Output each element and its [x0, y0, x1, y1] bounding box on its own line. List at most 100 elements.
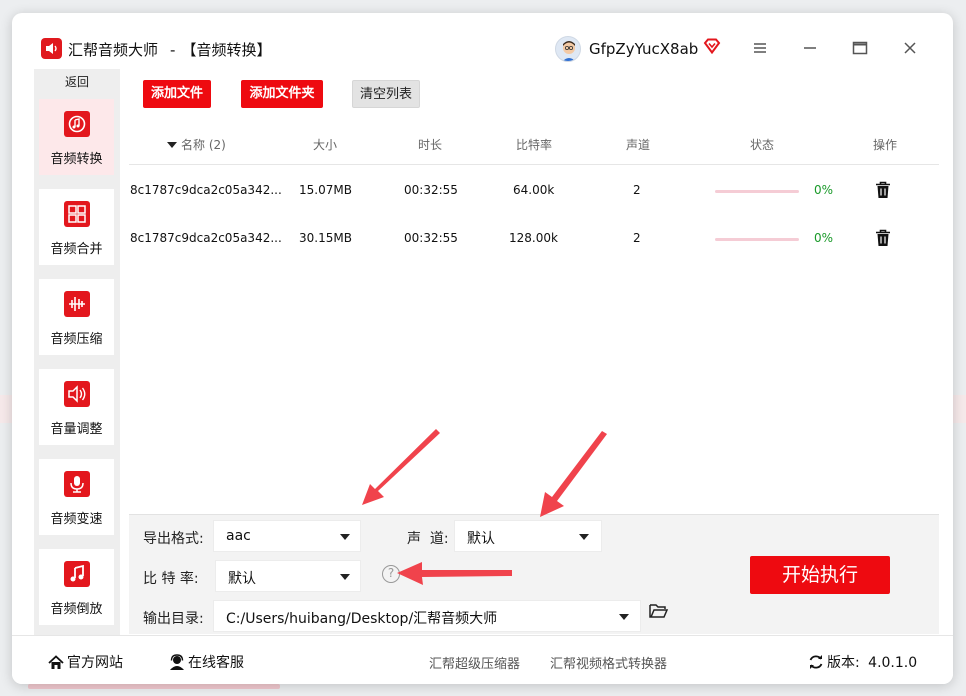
output-dir-value: C:/Users/huibang/Desktop/汇帮音频大师	[226, 611, 498, 627]
help-icon[interactable]: ?	[382, 565, 400, 583]
app-logo-icon	[41, 38, 62, 59]
table-row[interactable]: 8c1787c9dca2c05a342... 15.07MB 00:32:55 …	[129, 167, 939, 215]
sidebar-item-audio-reverse[interactable]: 音频倒放	[39, 549, 114, 625]
progress-bar	[715, 190, 799, 193]
sidebar: 返回 音频转换 音频合并 音频压缩 音量调整 音频变速 音频倒放	[34, 69, 120, 635]
app-title: 汇帮音频大师 - 【音频转换】	[68, 39, 271, 60]
chevron-down-icon	[340, 574, 350, 580]
delete-icon[interactable]	[875, 181, 891, 203]
sidebar-item-label: 音频变速	[50, 512, 103, 527]
sidebar-item-audio-speed[interactable]: 音频变速	[39, 459, 114, 535]
column-header-bitrate: 比特率	[516, 138, 553, 152]
home-icon	[48, 655, 64, 674]
delete-icon[interactable]	[875, 229, 891, 251]
format-label: 导出格式:	[143, 531, 204, 547]
module-title: 【音频转换】	[181, 41, 272, 59]
chevron-down-icon	[619, 614, 629, 620]
column-header-duration: 时长	[418, 138, 443, 152]
column-header-size: 大小	[313, 138, 338, 152]
file-table-header: 名称 (2) 大小 时长 比特率 声道 状态 操作	[129, 121, 939, 165]
sidebar-item-audio-compress[interactable]: 音频压缩	[39, 279, 114, 355]
back-button[interactable]: 返回	[34, 69, 120, 95]
vip-diamond-icon[interactable]	[703, 38, 721, 58]
file-duration: 00:32:55	[404, 231, 458, 245]
output-dir-select[interactable]: C:/Users/huibang/Desktop/汇帮音频大师	[213, 600, 641, 632]
minimize-icon[interactable]	[800, 38, 820, 58]
add-file-button[interactable]: 添加文件	[143, 80, 211, 108]
sidebar-item-label: 音频压缩	[50, 332, 103, 347]
sidebar-item-volume[interactable]: 音量调整	[39, 369, 114, 445]
file-bitrate: 128.00k	[509, 231, 558, 245]
output-dir-label: 输出目录:	[143, 611, 204, 627]
sidebar-item-label: 音量调整	[50, 422, 103, 437]
column-header-status: 状态	[750, 138, 775, 152]
background-bar	[28, 684, 280, 689]
progress-bar	[715, 238, 799, 241]
start-button[interactable]: 开始执行	[750, 556, 890, 594]
annotation-arrow	[540, 431, 607, 517]
official-website-link[interactable]: 官方网站	[48, 652, 123, 674]
file-size: 15.07MB	[299, 183, 352, 197]
chevron-down-icon	[340, 534, 350, 540]
microphone-icon	[64, 471, 90, 497]
sidebar-item-audio-convert[interactable]: 音频转换	[39, 99, 114, 175]
file-bitrate: 64.00k	[513, 183, 555, 197]
online-support-label: 在线客服	[188, 655, 244, 671]
volume-icon	[64, 381, 90, 407]
settings-panel: 导出格式: aac 声 道: 默认 比 特 率: 默认 ? 输出目录: C:/U…	[129, 514, 939, 634]
column-header-actions: 操作	[873, 138, 898, 152]
sidebar-item-label: 音频合并	[50, 242, 103, 257]
add-folder-button[interactable]: 添加文件夹	[241, 80, 323, 108]
format-value: aac	[226, 528, 251, 544]
progress-percent: 0%	[814, 231, 834, 245]
bitrate-label: 比 特 率:	[143, 571, 199, 587]
username[interactable]: GfpZyYucX8ab	[589, 40, 698, 58]
audio-convert-icon	[64, 111, 90, 137]
super-compressor-link[interactable]: 汇帮超级压缩器	[429, 653, 520, 672]
sidebar-item-label: 音频转换	[50, 152, 103, 167]
official-website-label: 官方网站	[67, 655, 123, 671]
audio-merge-icon	[64, 201, 90, 227]
close-icon[interactable]	[900, 38, 920, 58]
refresh-icon[interactable]	[808, 654, 824, 674]
support-agent-icon	[169, 654, 185, 674]
bitrate-select[interactable]: 默认	[215, 560, 361, 592]
version-label: 版本:	[827, 655, 860, 671]
user-avatar[interactable]	[555, 36, 581, 62]
file-name: 8c1787c9dca2c05a342...	[130, 231, 282, 245]
online-support-link[interactable]: 在线客服	[169, 652, 244, 674]
progress-percent: 0%	[814, 183, 834, 197]
sidebar-item-audio-merge[interactable]: 音频合并	[39, 189, 114, 265]
chevron-down-icon	[579, 534, 589, 540]
video-converter-link[interactable]: 汇帮视频格式转换器	[550, 653, 667, 672]
file-name: 8c1787c9dca2c05a342...	[130, 183, 282, 197]
file-duration: 00:32:55	[404, 183, 458, 197]
column-header-channels: 声道	[626, 138, 651, 152]
sort-desc-icon	[167, 142, 177, 148]
column-header-name-label: 名称 (2)	[181, 138, 226, 152]
version-value: 4.0.1.0	[868, 655, 918, 671]
version-info: 版本: 4.0.1.0	[808, 652, 917, 674]
table-row[interactable]: 8c1787c9dca2c05a342... 30.15MB 00:32:55 …	[129, 215, 939, 263]
column-header-name[interactable]: 名称 (2)	[167, 136, 226, 153]
format-select[interactable]: aac	[213, 520, 361, 552]
maximize-icon[interactable]	[850, 38, 870, 58]
file-channels: 2	[633, 231, 641, 245]
file-channels: 2	[633, 183, 641, 197]
channel-select[interactable]: 默认	[454, 520, 602, 552]
file-size: 30.15MB	[299, 231, 352, 245]
sidebar-item-label: 音频倒放	[50, 602, 103, 617]
folder-open-icon[interactable]	[649, 603, 669, 623]
status-bar: 官方网站 在线客服 汇帮超级压缩器 汇帮视频格式转换器 版本: 4.0.1.0	[12, 635, 953, 684]
clear-list-button[interactable]: 清空列表	[352, 80, 420, 108]
app-name: 汇帮音频大师	[68, 41, 159, 59]
channel-label: 声 道:	[407, 531, 449, 547]
channel-value: 默认	[467, 531, 495, 547]
menu-icon[interactable]	[750, 38, 770, 58]
app-window: 汇帮音频大师 - 【音频转换】 GfpZyYucX8ab 返回 音频转换 音频合…	[12, 13, 953, 684]
audio-compress-icon	[64, 291, 90, 317]
annotation-arrow	[362, 429, 440, 505]
title-bar: 汇帮音频大师 - 【音频转换】 GfpZyYucX8ab	[12, 13, 953, 69]
title-separator: -	[170, 41, 176, 59]
bitrate-value: 默认	[228, 571, 256, 587]
